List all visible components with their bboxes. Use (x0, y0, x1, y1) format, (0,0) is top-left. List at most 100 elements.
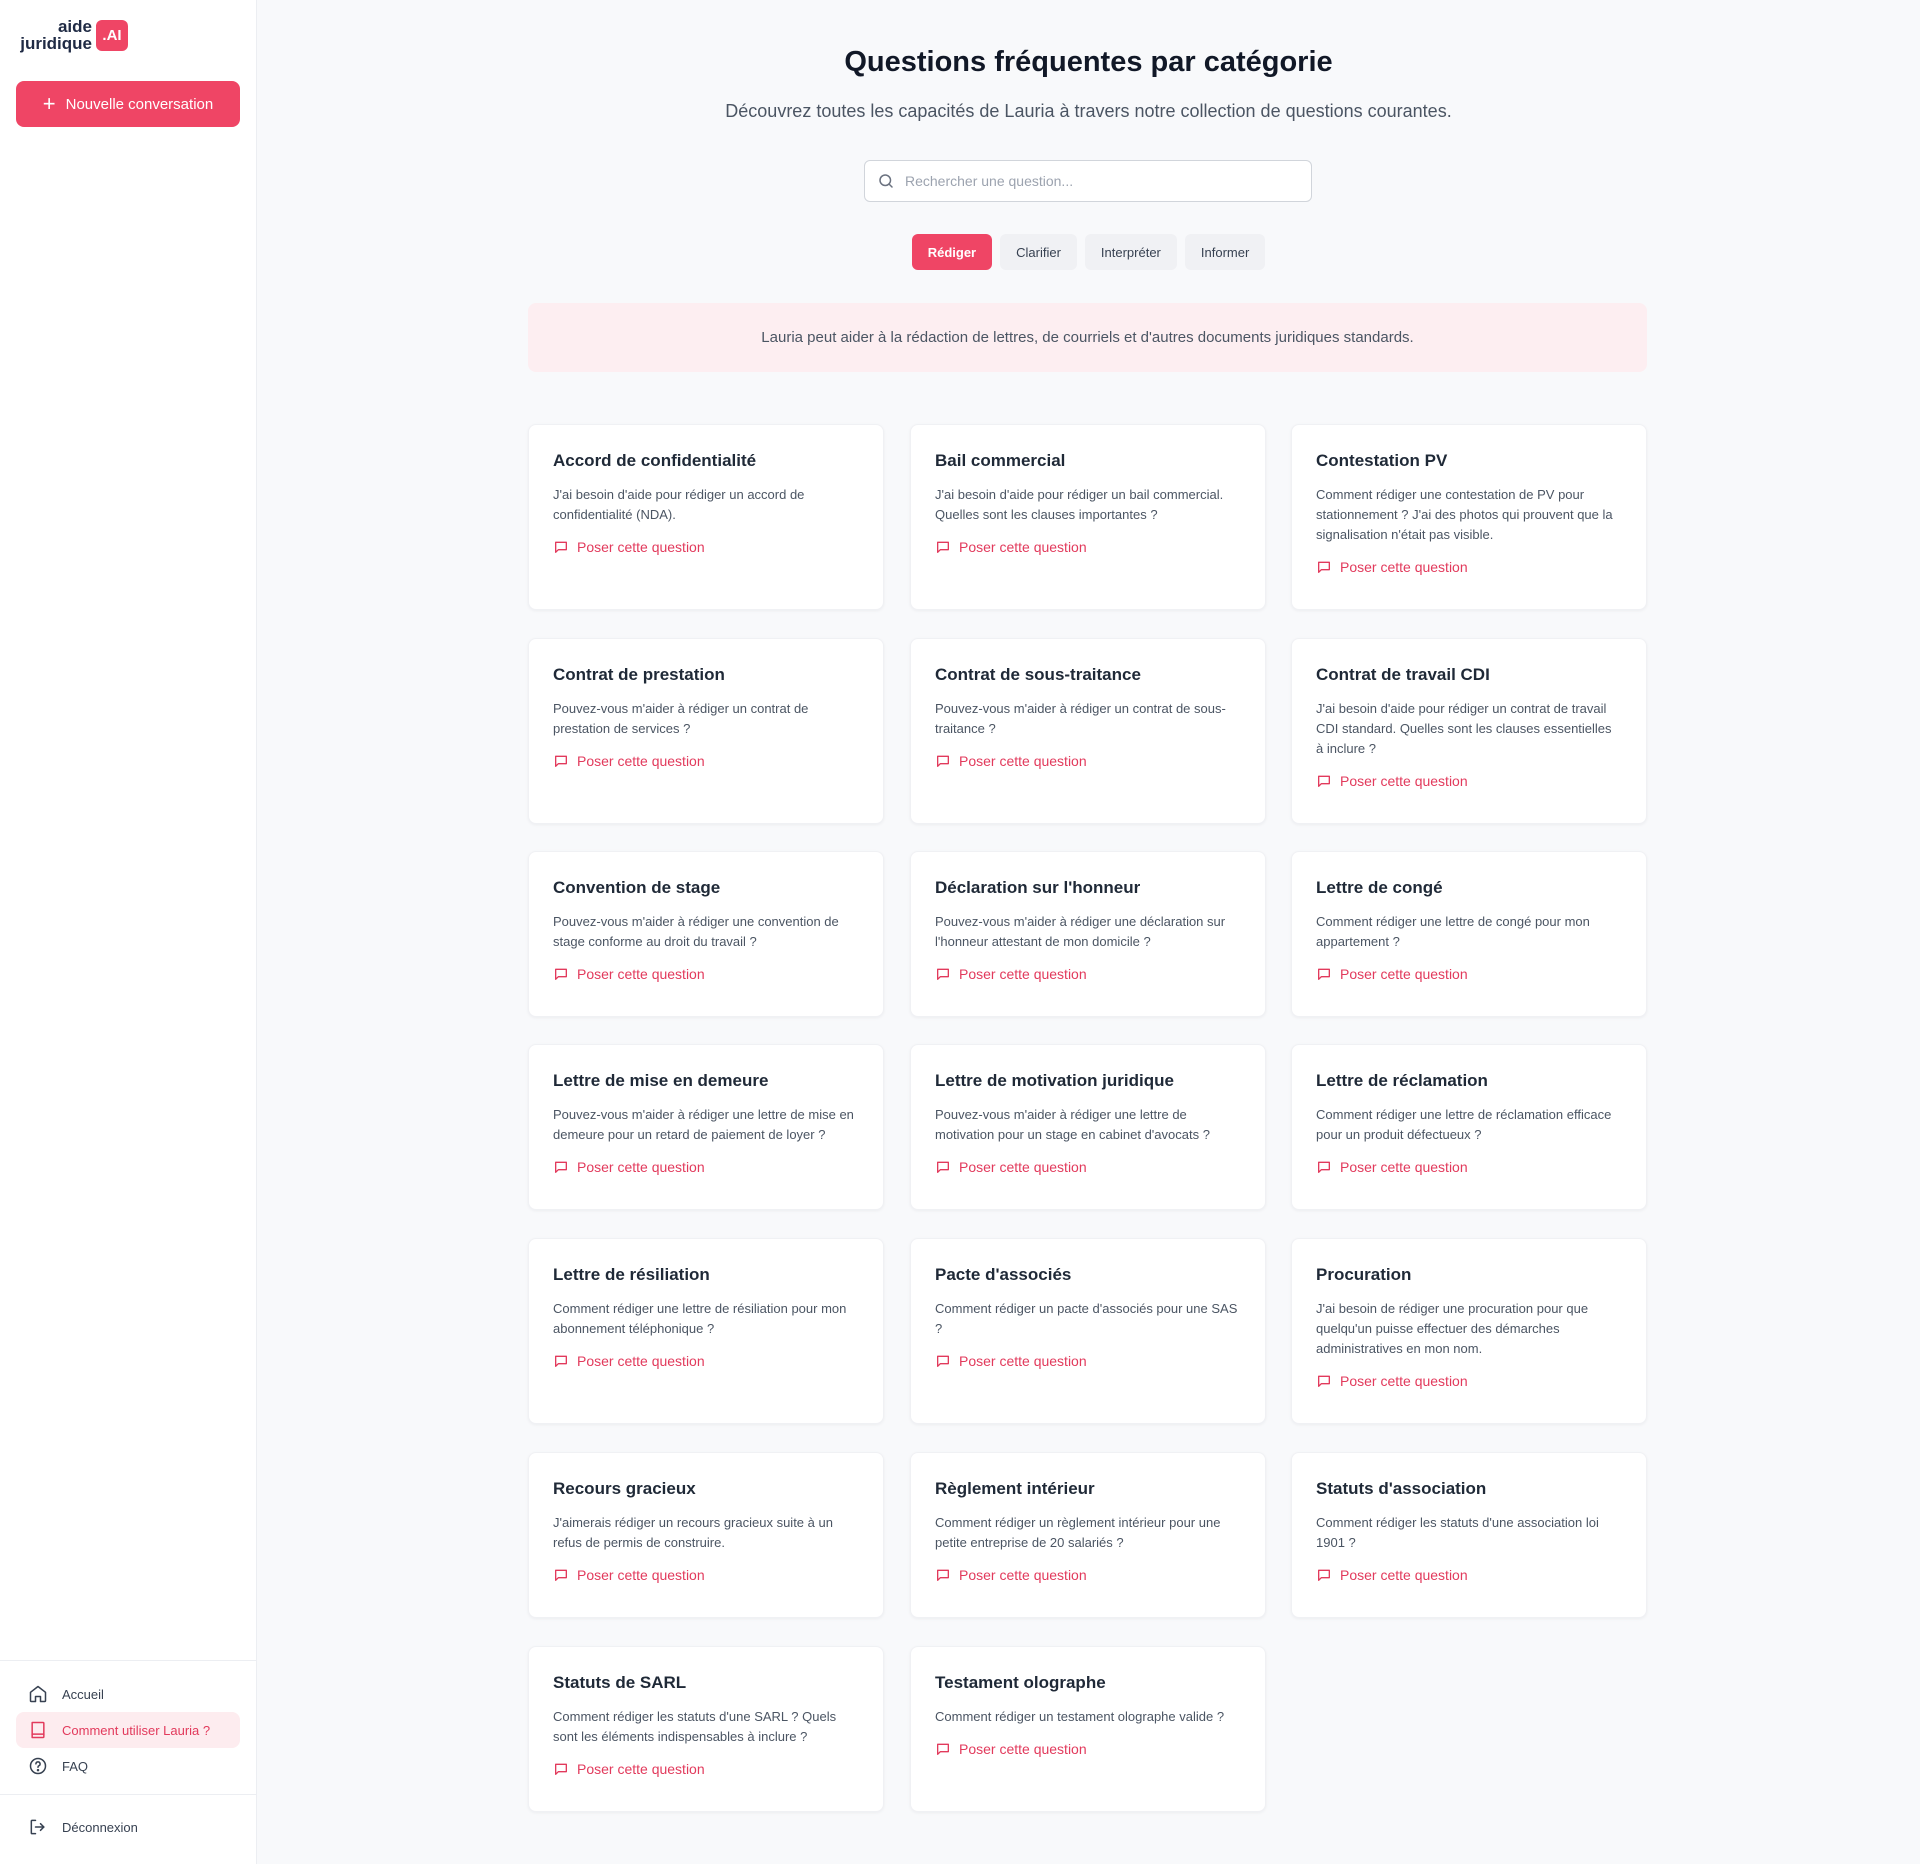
sidebar-divider (0, 1794, 257, 1795)
question-card: Statuts d'association Comment rédiger le… (1291, 1452, 1647, 1618)
message-square-icon (555, 968, 567, 980)
tab-rediger[interactable]: Rédiger (911, 234, 993, 270)
question-card: Contrat de sous-traitance Pouvez-vous m'… (910, 638, 1266, 824)
new-conversation-button[interactable]: + Nouvelle conversation (16, 81, 240, 127)
card-title: Lettre de résiliation (553, 1265, 710, 1284)
ask-question-label: Poser cette question (959, 1567, 1087, 1583)
ask-question-button[interactable]: Poser cette question (935, 1353, 1241, 1369)
ask-question-label: Poser cette question (1340, 966, 1468, 982)
message-square-icon (937, 1355, 949, 1367)
ask-question-label: Poser cette question (1340, 773, 1468, 789)
card-description: Pouvez-vous m'aider à rédiger une lettre… (935, 1107, 1210, 1142)
ask-question-label: Poser cette question (959, 966, 1087, 982)
ask-question-button[interactable]: Poser cette question (1316, 773, 1622, 789)
message-square-icon (1318, 968, 1330, 980)
ask-question-button[interactable]: Poser cette question (935, 539, 1241, 555)
ask-question-button[interactable]: Poser cette question (553, 753, 859, 769)
ask-question-button[interactable]: Poser cette question (553, 966, 859, 982)
search-box[interactable] (864, 160, 1312, 202)
ask-question-label: Poser cette question (577, 753, 705, 769)
card-description: Pouvez-vous m'aider à rédiger un contrat… (553, 701, 809, 736)
question-card: Recours gracieux J'aimerais rédiger un r… (528, 1452, 884, 1618)
question-card: Lettre de résiliation Comment rédiger un… (528, 1238, 884, 1424)
ask-question-button[interactable]: Poser cette question (553, 539, 859, 555)
card-description: Comment rédiger les statuts d'une associ… (1316, 1515, 1599, 1550)
ask-question-label: Poser cette question (1340, 559, 1468, 575)
tab-clarifier[interactable]: Clarifier (1000, 234, 1077, 270)
question-card: Convention de stage Pouvez-vous m'aider … (528, 851, 884, 1017)
ask-question-label: Poser cette question (577, 1761, 705, 1777)
tab-interpreter[interactable]: Interpréter (1084, 234, 1177, 270)
question-card: Bail commercial J'ai besoin d'aide pour … (910, 424, 1266, 610)
ask-question-button[interactable]: Poser cette question (935, 753, 1241, 769)
ask-question-button[interactable]: Poser cette question (1316, 1159, 1622, 1175)
question-card: Contrat de travail CDI J'ai besoin d'aid… (1291, 638, 1647, 824)
brand-logo[interactable]: aide juridique .AI (20, 18, 130, 56)
question-card: Lettre de mise en demeure Pouvez-vous m'… (528, 1044, 884, 1210)
tab-informer[interactable]: Informer (1184, 234, 1266, 270)
category-description-banner: Lauria peut aider à la rédaction de lett… (528, 303, 1647, 372)
message-square-icon (937, 1161, 949, 1173)
message-square-icon (1318, 1375, 1330, 1387)
sidebar-item-label: Comment utiliser Lauria ? (62, 1722, 211, 1738)
page-subtitle: Découvrez toutes les capacités de Lauria… (725, 101, 1452, 121)
card-title: Bail commercial (935, 451, 1066, 470)
question-card: Pacte d'associés Comment rédiger un pact… (910, 1238, 1266, 1424)
ask-question-button[interactable]: Poser cette question (1316, 966, 1622, 982)
question-card: Lettre de motivation juridique Pouvez-vo… (910, 1044, 1266, 1210)
search-input[interactable] (905, 173, 1285, 189)
message-square-icon (1318, 775, 1330, 787)
plus-icon: + (42, 91, 56, 116)
ask-question-button[interactable]: Poser cette question (553, 1353, 859, 1369)
sidebar-item-how-to-use[interactable]: Comment utiliser Lauria ? (16, 1712, 240, 1748)
ask-question-button[interactable]: Poser cette question (553, 1159, 859, 1175)
question-card: Statuts de SARL Comment rédiger les stat… (528, 1646, 884, 1812)
card-title: Lettre de réclamation (1316, 1071, 1488, 1090)
sidebar-item-accueil[interactable]: Accueil (16, 1676, 240, 1712)
message-square-icon (555, 541, 567, 553)
ask-question-button[interactable]: Poser cette question (935, 1159, 1241, 1175)
logout-label: Déconnexion (62, 1819, 138, 1835)
ask-question-label: Poser cette question (959, 1741, 1087, 1757)
ask-question-label: Poser cette question (959, 1353, 1087, 1369)
question-card: Contrat de prestation Pouvez-vous m'aide… (528, 638, 884, 824)
card-title: Recours gracieux (553, 1479, 696, 1498)
sidebar-item-faq[interactable]: FAQ (16, 1748, 240, 1784)
ask-question-label: Poser cette question (1340, 1159, 1468, 1175)
ask-question-label: Poser cette question (577, 539, 705, 555)
ask-question-button[interactable]: Poser cette question (935, 966, 1241, 982)
card-title: Lettre de mise en demeure (553, 1071, 769, 1090)
message-square-icon (555, 755, 567, 767)
card-description: Comment rédiger un règlement intérieur p… (935, 1515, 1221, 1550)
question-card: Déclaration sur l'honneur Pouvez-vous m'… (910, 851, 1266, 1017)
ask-question-button[interactable]: Poser cette question (935, 1741, 1241, 1757)
card-title: Déclaration sur l'honneur (935, 878, 1141, 897)
ask-question-button[interactable]: Poser cette question (1316, 1373, 1622, 1389)
card-description: Pouvez-vous m'aider à rédiger une conven… (553, 914, 839, 949)
home-icon (29, 1685, 47, 1703)
ask-question-button[interactable]: Poser cette question (553, 1567, 859, 1583)
card-description: Comment rédiger les statuts d'une SARL ?… (553, 1709, 837, 1744)
card-title: Accord de confidentialité (553, 451, 757, 470)
message-square-icon (1318, 1161, 1330, 1173)
sidebar-divider (0, 1660, 257, 1661)
ask-question-button[interactable]: Poser cette question (1316, 1567, 1622, 1583)
message-square-icon (555, 1161, 567, 1173)
card-description: J'ai besoin d'aide pour rédiger un bail … (935, 487, 1224, 522)
card-description: Comment rédiger une lettre de résiliatio… (553, 1301, 847, 1336)
ask-question-label: Poser cette question (959, 539, 1087, 555)
ask-question-button[interactable]: Poser cette question (1316, 559, 1622, 575)
ask-question-label: Poser cette question (959, 1159, 1087, 1175)
card-title: Lettre de congé (1316, 878, 1443, 897)
card-title: Statuts de SARL (553, 1673, 687, 1692)
brand-ai-badge: .AI (96, 20, 128, 51)
ask-question-label: Poser cette question (577, 1353, 705, 1369)
card-title: Contrat de prestation (553, 665, 725, 684)
brand-wordmark: aide juridique (20, 18, 92, 52)
card-description: J'ai besoin d'aide pour rédiger un contr… (1316, 701, 1612, 756)
question-card: Lettre de congé Comment rédiger une lett… (1291, 851, 1647, 1017)
logout-button[interactable]: Déconnexion (16, 1809, 240, 1845)
ask-question-button[interactable]: Poser cette question (553, 1761, 859, 1777)
card-title: Contrat de travail CDI (1316, 665, 1490, 684)
ask-question-button[interactable]: Poser cette question (935, 1567, 1241, 1583)
